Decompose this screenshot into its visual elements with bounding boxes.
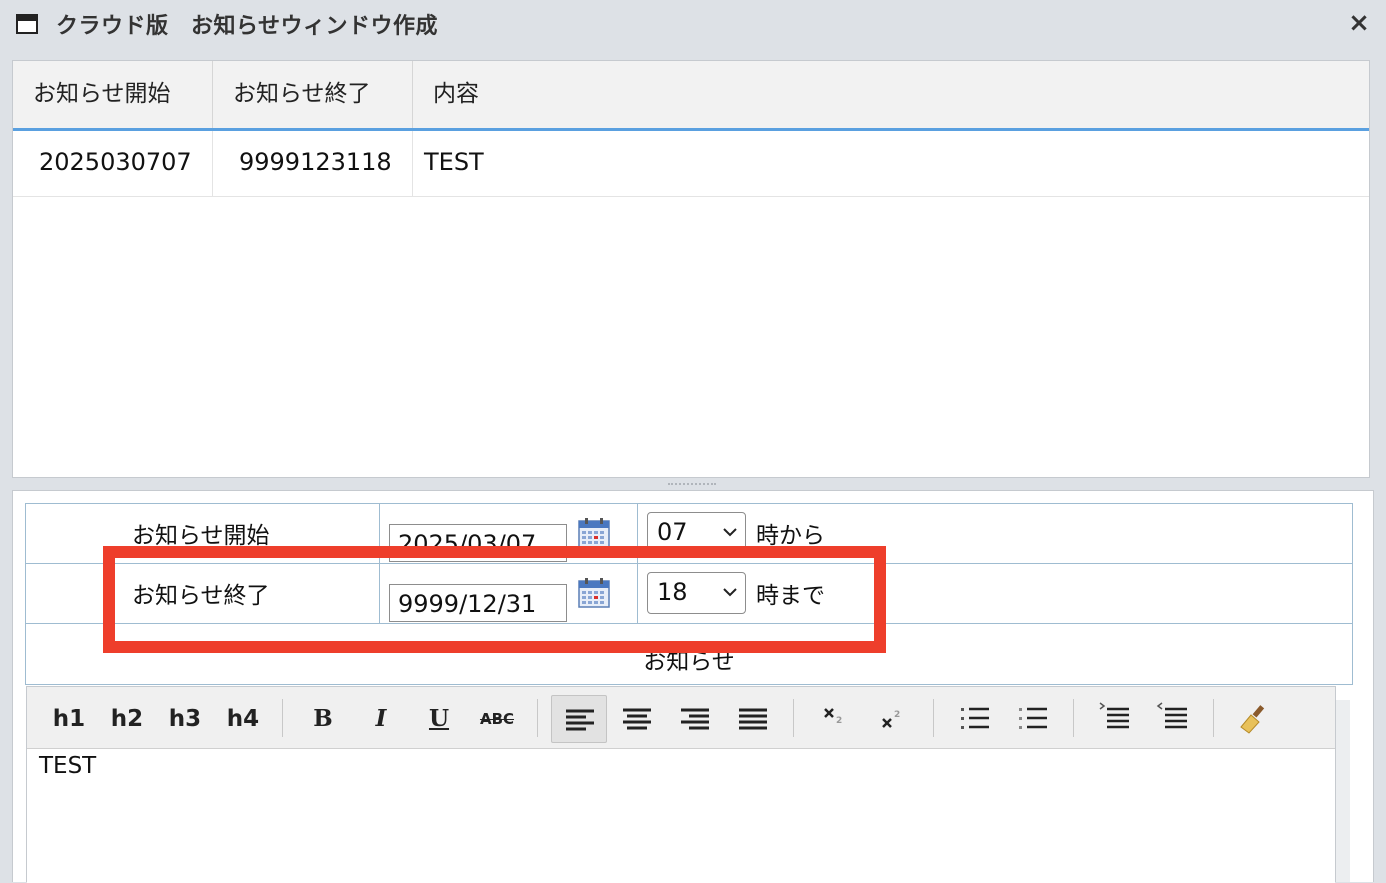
align-center-icon xyxy=(623,708,651,730)
start-date-cell: 2025/03/07 xyxy=(380,504,638,563)
grid-header: お知らせ開始 お知らせ終了 内容 xyxy=(13,61,1369,131)
strikethrough-button[interactable]: ABC xyxy=(469,695,525,743)
start-date-input[interactable]: 2025/03/07 xyxy=(389,524,567,562)
unordered-list-button[interactable] xyxy=(1005,695,1061,743)
subscript-button[interactable]: 2 xyxy=(805,695,861,743)
outdent-icon xyxy=(1156,702,1187,729)
notice-grid: お知らせ開始 お知らせ終了 内容 2025030707 9999123118 T… xyxy=(12,60,1370,478)
chevron-down-icon xyxy=(723,588,737,597)
end-hour-value: 18 xyxy=(657,578,688,606)
underline-button[interactable]: U xyxy=(411,695,467,743)
align-left-icon xyxy=(566,709,594,731)
end-date-cell: 9999/12/31 xyxy=(380,564,638,623)
window-icon xyxy=(16,14,38,34)
h4-button[interactable]: h4 xyxy=(215,695,271,743)
column-header-content[interactable]: 内容 xyxy=(413,61,1371,128)
content-label: お知らせ xyxy=(643,649,735,675)
start-hour-select[interactable]: 07 xyxy=(647,512,746,554)
start-row: お知らせ開始 2025/03/07 07 時から xyxy=(26,504,1352,564)
superscript-icon: 2 xyxy=(882,710,900,728)
svg-text:2: 2 xyxy=(894,710,900,720)
cell-end: 9999123118 xyxy=(213,131,413,196)
cell-content: TEST xyxy=(424,148,484,176)
subscript-icon: 2 xyxy=(824,708,842,726)
ordered-list-button[interactable] xyxy=(947,695,1003,743)
align-right-icon xyxy=(681,708,709,730)
end-date-input[interactable]: 9999/12/31 xyxy=(389,584,567,622)
window-title: クラウド版 お知らせウィンドウ作成 xyxy=(56,14,439,39)
column-header-end[interactable]: お知らせ終了 xyxy=(213,61,413,128)
indent-button[interactable] xyxy=(1087,695,1143,743)
end-hour-suffix: 時まで xyxy=(756,583,825,609)
end-row: お知らせ終了 9999/12/31 18 時まで xyxy=(26,564,1352,624)
editor-text: TEST xyxy=(39,753,97,779)
title-bar: クラウド版 お知らせウィンドウ作成 × xyxy=(0,0,1386,48)
superscript-button[interactable]: 2 xyxy=(863,695,919,743)
start-calendar-icon[interactable] xyxy=(578,518,610,548)
bold-button[interactable]: B xyxy=(295,695,351,743)
editor-toolbar: h1 h2 h3 h4 B I U ABC 2 2 xyxy=(27,687,1335,749)
align-right-button[interactable] xyxy=(667,695,723,743)
start-label: お知らせ開始 xyxy=(26,504,380,563)
form-table: お知らせ開始 2025/03/07 07 時から お知らせ終了 9999/12/… xyxy=(25,503,1353,685)
chevron-down-icon xyxy=(723,528,737,537)
end-hour-select[interactable]: 18 xyxy=(647,572,746,614)
start-hour-value: 07 xyxy=(657,518,688,546)
close-button[interactable]: × xyxy=(1346,10,1372,36)
table-row[interactable]: 2025030707 9999123118 TEST xyxy=(13,131,1369,197)
align-left-button[interactable] xyxy=(551,695,607,743)
editor-body[interactable]: TEST xyxy=(27,749,1335,883)
outdent-button[interactable] xyxy=(1145,695,1201,743)
clear-format-button[interactable] xyxy=(1227,695,1283,743)
panel-splitter[interactable] xyxy=(668,483,716,485)
indent-icon xyxy=(1099,702,1129,729)
h3-button[interactable]: h3 xyxy=(157,695,213,743)
unordered-list-icon xyxy=(1019,707,1047,729)
clear-format-icon xyxy=(1240,705,1265,734)
vertical-scrollbar[interactable] xyxy=(1336,700,1350,882)
end-hour-cell: 18 時まで xyxy=(638,564,1338,623)
align-center-button[interactable] xyxy=(609,695,665,743)
start-hour-suffix: 時から xyxy=(756,523,825,549)
h2-button[interactable]: h2 xyxy=(99,695,155,743)
start-hour-cell: 07 時から xyxy=(638,504,1338,563)
align-justify-button[interactable] xyxy=(725,695,781,743)
cell-start: 2025030707 xyxy=(13,131,213,196)
rich-text-editor: h1 h2 h3 h4 B I U ABC 2 2 TEST xyxy=(26,686,1336,883)
column-header-start[interactable]: お知らせ開始 xyxy=(13,61,213,128)
h1-button[interactable]: h1 xyxy=(41,695,97,743)
italic-button[interactable]: I xyxy=(353,695,409,743)
svg-text:2: 2 xyxy=(836,716,842,726)
ordered-list-icon xyxy=(961,707,989,729)
end-label: お知らせ終了 xyxy=(26,564,380,623)
end-calendar-icon[interactable] xyxy=(578,578,610,608)
align-justify-icon xyxy=(739,708,767,730)
